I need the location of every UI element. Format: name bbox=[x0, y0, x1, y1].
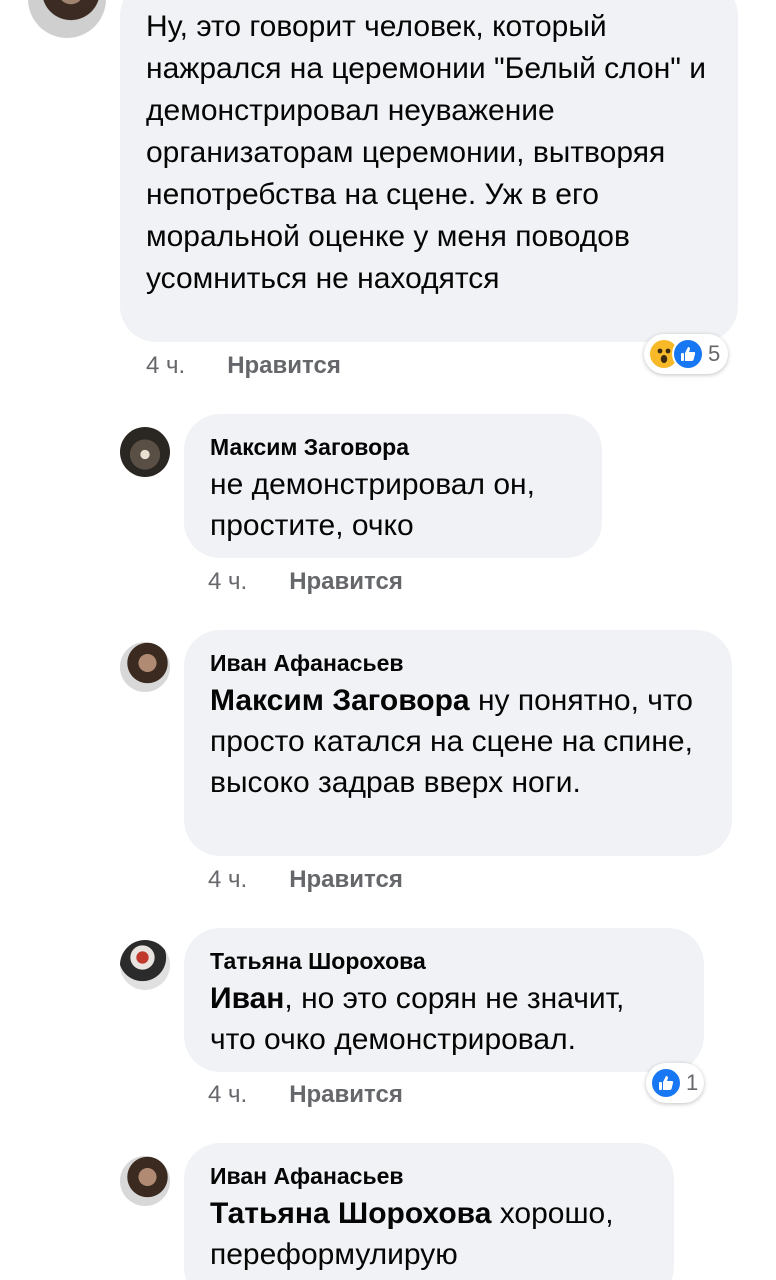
like-button[interactable]: Нравится bbox=[289, 1081, 403, 1108]
comment-time: 4 ч. bbox=[208, 568, 248, 595]
mention-link[interactable]: Максим Заговора bbox=[210, 684, 470, 717]
comment-author[interactable]: Максим Заговора bbox=[210, 432, 576, 462]
avatar[interactable] bbox=[120, 1156, 170, 1206]
comment-time: 4 ч. bbox=[208, 1081, 248, 1108]
comment-text: Максим Заговора ну понятно, что просто к… bbox=[210, 680, 706, 803]
comment-author[interactable]: Иван Афанасьев bbox=[210, 648, 706, 678]
reactions-summary[interactable]: 5 bbox=[644, 334, 729, 374]
comment-time: 4 ч. bbox=[146, 352, 186, 379]
reaction-count: 1 bbox=[686, 1070, 699, 1095]
comment-text: Иван, но это сорян не значит, что очко д… bbox=[210, 978, 678, 1060]
comment-bubble: Ну, это говорит человек, который нажралс… bbox=[120, 0, 738, 342]
comment-text: Ну, это говорит человек, который нажралс… bbox=[146, 10, 707, 295]
avatar[interactable] bbox=[28, 0, 106, 38]
avatar[interactable] bbox=[120, 642, 170, 692]
comment-author[interactable]: Татьяна Шорохова bbox=[210, 946, 678, 976]
comment-text: Татьяна Шорохова хорошо, переформулирую bbox=[210, 1193, 648, 1275]
avatar[interactable] bbox=[120, 940, 170, 990]
mention-link[interactable]: Иван bbox=[210, 982, 284, 1015]
comment-bubble: Иван Афанасьев Татьяна Шорохова хорошо, … bbox=[184, 1143, 674, 1280]
comment-bubble: Татьяна Шорохова Иван, но это сорян не з… bbox=[184, 928, 704, 1072]
like-icon bbox=[672, 338, 704, 370]
comment-text: не демонстрировал он, простите, очко bbox=[210, 468, 535, 542]
like-button[interactable]: Нравится bbox=[289, 568, 403, 595]
avatar[interactable] bbox=[120, 427, 170, 477]
mention-link[interactable]: Татьяна Шорохова bbox=[210, 1197, 491, 1230]
comment-author[interactable]: Иван Афанасьев bbox=[210, 1161, 648, 1191]
reactions-summary[interactable]: 1 bbox=[646, 1063, 705, 1103]
reaction-count: 5 bbox=[708, 341, 721, 366]
comment-meta: 4 ч. Нравится bbox=[208, 567, 403, 597]
comment-bubble: Максим Заговора не демонстрировал он, пр… bbox=[184, 414, 602, 558]
comment-bubble: Иван Афанасьев Максим Заговора ну понятн… bbox=[184, 630, 732, 856]
like-button[interactable]: Нравится bbox=[227, 352, 341, 379]
comment-time: 4 ч. bbox=[208, 866, 248, 893]
comment-meta: 4 ч. Нравится bbox=[208, 865, 403, 895]
comment-meta: 4 ч. Нравится bbox=[208, 1080, 403, 1110]
comment-meta: 4 ч. Нравится bbox=[146, 351, 341, 381]
like-button[interactable]: Нравится bbox=[289, 866, 403, 893]
like-icon bbox=[650, 1067, 682, 1099]
